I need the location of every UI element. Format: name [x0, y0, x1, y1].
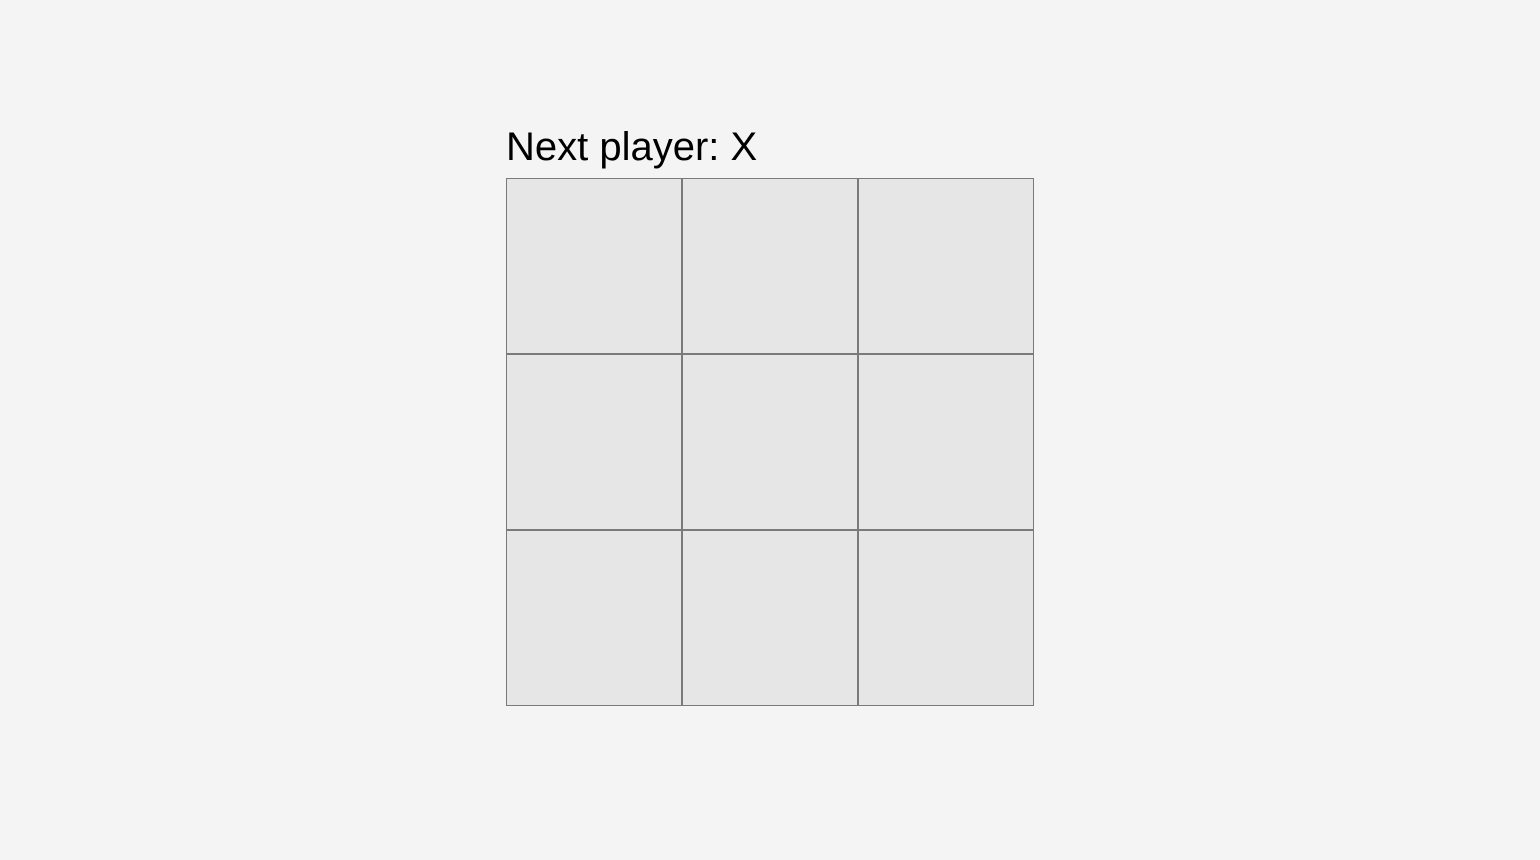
square-2[interactable] — [858, 178, 1034, 354]
square-5[interactable] — [858, 354, 1034, 530]
square-8[interactable] — [858, 530, 1034, 706]
square-4[interactable] — [682, 354, 858, 530]
square-0[interactable] — [506, 178, 682, 354]
square-3[interactable] — [506, 354, 682, 530]
game-container: Next player: X — [506, 125, 1034, 706]
game-board — [506, 178, 1034, 706]
board-row — [506, 178, 1034, 354]
square-1[interactable] — [682, 178, 858, 354]
board-row — [506, 530, 1034, 706]
square-7[interactable] — [682, 530, 858, 706]
square-6[interactable] — [506, 530, 682, 706]
board-row — [506, 354, 1034, 530]
game-status: Next player: X — [506, 125, 757, 170]
